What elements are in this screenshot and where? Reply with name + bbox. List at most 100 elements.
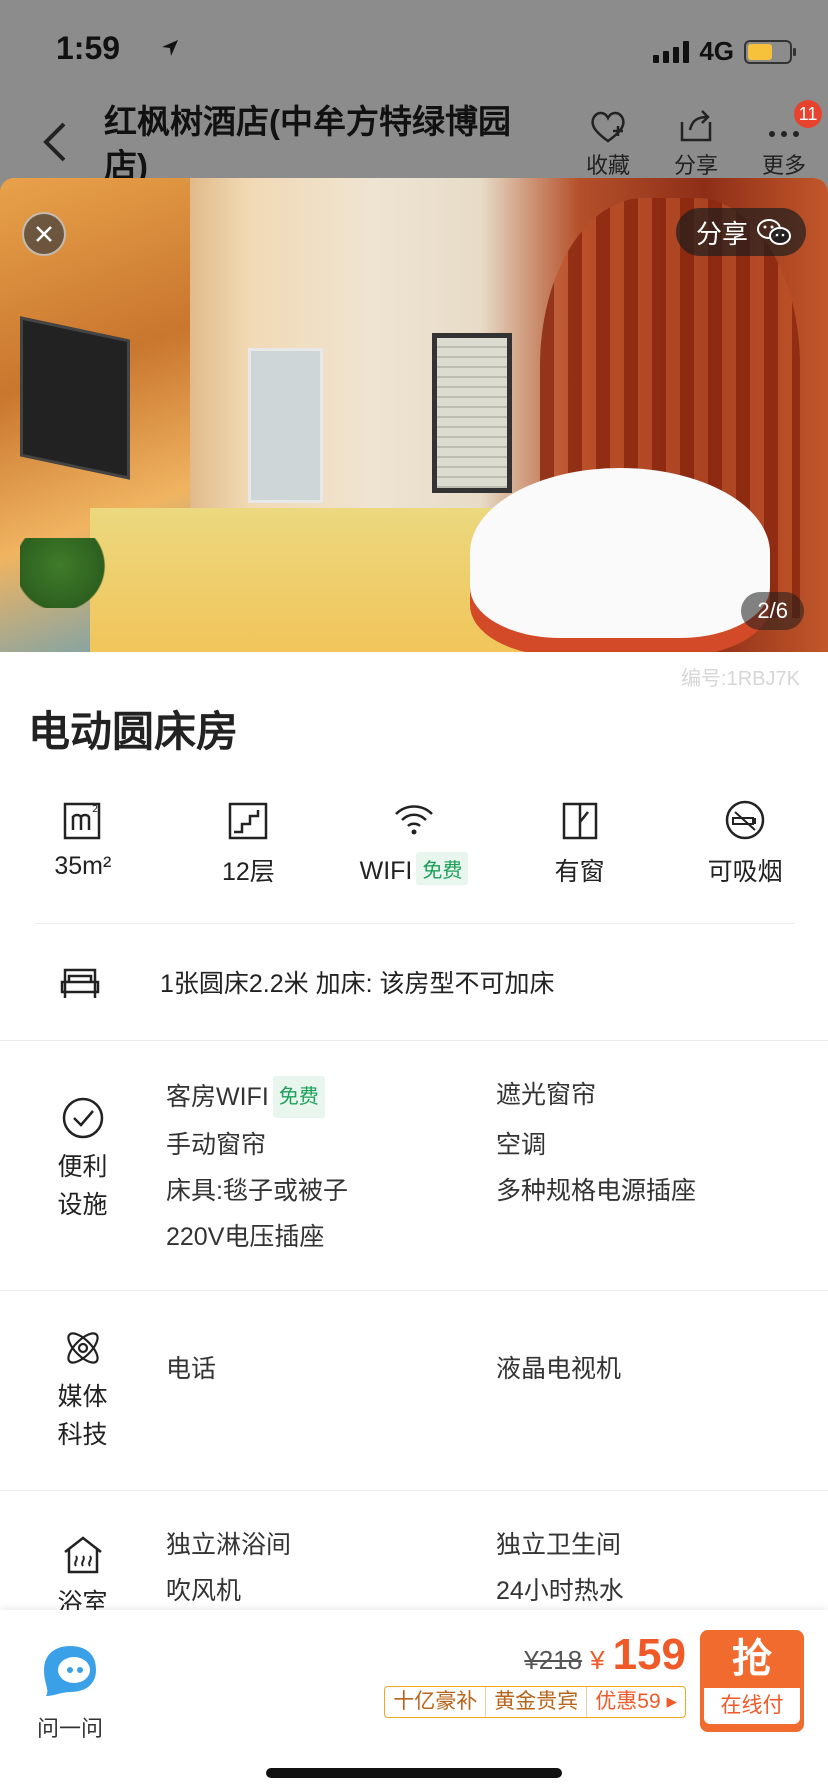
price-area: ¥218 ¥ 159 十亿豪补 黄金贵宾 优惠59 ▸: [384, 1630, 686, 1718]
media-heading: 媒体科技: [0, 1326, 165, 1454]
bath-item: 吹风机: [166, 1577, 242, 1605]
facilities-heading: 便利设施: [0, 1096, 165, 1224]
wifi-free-tag: 免费: [416, 852, 469, 885]
atom-icon: [66, 1332, 99, 1364]
feature-smoking-label: 可吸烟: [707, 858, 783, 886]
status-bar: 1:59 4G: [0, 0, 828, 100]
signal-icon: [653, 40, 690, 63]
room-code: 编号:1RBJ7K: [681, 668, 800, 690]
currency-symbol: ¥: [590, 1645, 605, 1675]
feature-area-label: 35m²: [54, 852, 112, 880]
favorite-label: 收藏: [585, 153, 630, 178]
facility-item: 220V电压插座: [166, 1223, 325, 1251]
wechat-share-button[interactable]: 分享: [675, 208, 806, 256]
feature-smoking: 可吸烟: [662, 798, 828, 918]
facilities-title: 便利设施: [57, 1153, 108, 1219]
wechat-share-label: 分享: [695, 218, 748, 249]
heart-icon: [591, 111, 625, 143]
room-photo[interactable]: 分享 2/6: [0, 178, 828, 652]
floor-icon: [229, 802, 268, 840]
bed-icon: [60, 968, 100, 998]
facilities-list: 客房WIFI 免费 遮光窗帘 手动窗帘 空调 床具:毯子或被子 多种规格电源插座 …: [166, 1076, 826, 1256]
bed-info-text: 1张圆床2.2米 加床: 该房型不可加床: [160, 970, 555, 998]
media-section: 媒体科技 电话 液晶电视机: [0, 1326, 828, 1466]
share-icon: [680, 110, 712, 142]
window-icon: [562, 802, 597, 840]
bed-icon-wrap: [0, 962, 160, 1002]
photo-plant: [20, 538, 120, 608]
svg-text:2: 2: [92, 804, 98, 815]
ask-button[interactable]: 问一问: [34, 1640, 106, 1743]
divider: [0, 1290, 828, 1291]
feature-wifi: WIFI 免费: [331, 798, 497, 918]
bath-item: 独立卫生间: [496, 1531, 622, 1559]
facility-item: 床具:毯子或被子: [166, 1177, 348, 1205]
room-title: 电动圆床房: [28, 708, 239, 755]
bottom-booking-bar: 问一问 ¥218 ¥ 159 十亿豪补 黄金贵宾 优惠59 ▸ 抢 在线付: [0, 1610, 828, 1792]
facilities-section: 便利设施 客房WIFI 免费 遮光窗帘 手动窗帘 空调 床具:毯子或被子 多种规格…: [0, 1076, 828, 1256]
status-time: 1:59: [56, 30, 121, 66]
ask-label: 问一问: [36, 1716, 103, 1741]
media-title: 媒体科技: [57, 1383, 108, 1449]
notification-badge: 11: [794, 100, 822, 128]
facility-item: 手动窗帘: [166, 1131, 267, 1159]
room-features: 2 35m² 12层 WIFI 免费 有窗 可吸烟: [0, 798, 828, 918]
room-detail-sheet: 分享 2/6 编号:1RBJ7K 电动圆床房 2 35m² 12层 WIFI 免费…: [0, 178, 828, 1792]
photo-window: [432, 333, 512, 493]
status-indicators: 4G: [653, 36, 796, 67]
more-button[interactable]: 更多 11: [740, 100, 828, 180]
photo-door: [248, 348, 323, 503]
feature-window: 有窗: [497, 798, 663, 918]
wifi-text: WIFI: [359, 857, 413, 885]
photo-counter: 2/6: [741, 592, 804, 630]
bed-info-row: 1张圆床2.2米 加床: 该房型不可加床: [0, 924, 828, 1040]
feature-area: 2 35m²: [0, 798, 166, 918]
facility-text: 客房WIFI: [166, 1083, 269, 1111]
promo-tags[interactable]: 十亿豪补 黄金贵宾 优惠59 ▸: [384, 1686, 686, 1718]
check-circle-icon: [62, 1097, 103, 1139]
close-icon: [36, 226, 52, 242]
promo-discount: 优惠59 ▸: [595, 1690, 677, 1713]
photo-bed: [470, 468, 770, 638]
share-button[interactable]: 分享: [652, 108, 740, 180]
price-line: ¥218 ¥ 159: [384, 1630, 686, 1680]
battery-icon: [744, 39, 796, 64]
location-arrow-icon: [162, 40, 178, 56]
promo-tag: 黄金贵宾: [486, 1687, 588, 1717]
bath-house-icon: [63, 1536, 102, 1574]
nav-actions: 收藏 分享 更多 11: [564, 100, 828, 180]
feature-wifi-label: WIFI 免费: [331, 852, 497, 886]
divider: [0, 1490, 828, 1491]
smoking-icon: [725, 800, 765, 840]
wifi-free-tag: 免费: [272, 1076, 325, 1118]
home-indicator[interactable]: [266, 1768, 562, 1778]
feature-floor: 12层: [166, 798, 332, 918]
more-label: 更多: [761, 153, 806, 178]
feature-floor-label: 12层: [221, 858, 275, 886]
assistant-robot-icon: [44, 1646, 96, 1696]
close-button[interactable]: [22, 212, 66, 256]
favorite-button[interactable]: 收藏: [564, 108, 652, 180]
pay-online-label: 在线付: [704, 1688, 800, 1724]
book-now-button[interactable]: 抢 在线付: [700, 1630, 804, 1732]
original-price: ¥218: [524, 1645, 583, 1675]
current-price: 159: [612, 1630, 686, 1679]
wifi-icon: [395, 805, 433, 835]
promo-tag: 十亿豪补: [385, 1687, 487, 1717]
network-type: 4G: [699, 36, 734, 66]
wechat-icon: [757, 219, 791, 245]
facility-item: 遮光窗帘: [496, 1081, 597, 1109]
facility-item: 空调: [496, 1131, 547, 1159]
bath-list: 独立淋浴间 独立卫生间 吹风机 24小时热水: [166, 1526, 826, 1610]
media-list: 电话 液晶电视机: [166, 1350, 826, 1388]
facility-item: 客房WIFI 免费: [166, 1076, 496, 1118]
back-arrow-icon[interactable]: [38, 120, 70, 164]
divider: [0, 1040, 828, 1041]
bath-heading: 浴室: [0, 1532, 165, 1622]
background-page-header: 1:59 4G 红枫树酒店(中牟方特绿博园店) 收藏 分享 更多 11: [0, 0, 828, 190]
facility-item: 多种规格电源插座: [496, 1177, 697, 1205]
hotel-title: 红枫树酒店(中牟方特绿博园店): [104, 103, 511, 184]
bath-item: 独立淋浴间: [166, 1531, 292, 1559]
media-item: 电话: [166, 1355, 217, 1383]
share-label: 分享: [673, 153, 718, 178]
